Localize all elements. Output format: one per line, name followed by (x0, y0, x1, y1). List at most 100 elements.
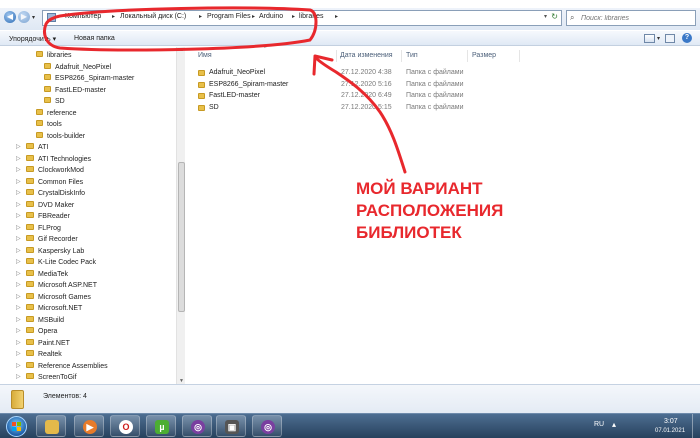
address-history-chevron-icon[interactable]: ▾ (544, 13, 547, 20)
expand-arrow-icon[interactable]: ▷ (16, 292, 21, 303)
column-header-name[interactable]: Имя (198, 52, 212, 59)
breadcrumb-separator-icon[interactable]: ▸ (252, 13, 255, 20)
breadcrumb-separator-icon[interactable]: ▸ (112, 13, 115, 20)
tree-item[interactable]: ESP8266_Spiram-master (44, 73, 134, 84)
taskbar-video-button[interactable]: ▣ (216, 415, 246, 437)
tree-item[interactable]: SD (44, 96, 65, 107)
tray-expand-icon[interactable]: ▴ (612, 420, 616, 429)
tree-item[interactable]: Gif Recorder (26, 234, 78, 245)
new-folder-button[interactable]: Новая папка (74, 35, 115, 42)
tree-item[interactable]: Microsoft.NET (26, 303, 82, 314)
expand-arrow-icon[interactable]: ▷ (16, 211, 21, 222)
tree-item[interactable]: Reference Assemblies (26, 361, 108, 372)
taskbar-tor-button[interactable]: ◎ (182, 415, 212, 437)
taskbar-tor-button-2[interactable]: ◎ (252, 415, 282, 437)
search-input[interactable] (567, 12, 677, 25)
breadcrumb-separator-icon[interactable]: ▸ (58, 13, 61, 20)
tree-item[interactable]: Common Files (26, 177, 83, 188)
expand-arrow-icon[interactable]: ▷ (16, 361, 21, 372)
address-field[interactable]: ▸ Компьютер ▸ Локальный диск (C:) ▸ Prog… (42, 10, 562, 26)
expand-arrow-icon[interactable]: ▷ (16, 188, 21, 199)
tree-item[interactable]: Kaspersky Lab (26, 246, 84, 257)
taskbar-explorer-button[interactable] (36, 415, 66, 437)
expand-arrow-icon[interactable]: ▷ (16, 246, 21, 257)
expand-arrow-icon[interactable]: ▷ (16, 257, 21, 268)
tree-item[interactable]: Opera (26, 326, 57, 337)
breadcrumb-computer[interactable]: Компьютер (65, 13, 101, 20)
column-divider[interactable] (336, 50, 337, 62)
taskbar-utorrent-button[interactable]: µ (146, 415, 176, 437)
clock-time[interactable]: 3:07 (664, 418, 678, 425)
tree-item[interactable]: FLProg (26, 223, 61, 234)
expand-arrow-icon[interactable]: ▷ (16, 338, 21, 349)
expand-arrow-icon[interactable]: ▷ (16, 200, 21, 211)
expand-arrow-icon[interactable]: ▷ (16, 372, 21, 383)
expand-arrow-icon[interactable]: ▷ (16, 154, 21, 165)
expand-arrow-icon[interactable]: ▷ (16, 326, 21, 337)
file-row[interactable]: Adafruit_NeoPixel 27.12.2020 4:38 Папка с … (196, 67, 496, 78)
language-indicator[interactable]: RU (594, 421, 604, 428)
column-divider[interactable] (467, 50, 468, 62)
expand-arrow-icon[interactable]: ▷ (16, 303, 21, 314)
scrollbar-thumb[interactable] (178, 162, 185, 312)
breadcrumb-local-disk[interactable]: Локальный диск (C:) (120, 13, 186, 20)
start-button[interactable] (6, 416, 27, 437)
change-view-icon[interactable] (644, 34, 655, 43)
tree-item[interactable]: ATI (26, 142, 48, 153)
column-divider[interactable] (519, 50, 520, 62)
search-box[interactable]: ⌕ (566, 10, 696, 26)
expand-arrow-icon[interactable]: ▷ (16, 315, 21, 326)
tree-item[interactable]: ScreenToGif (26, 372, 77, 383)
tree-item[interactable]: Microsoft Games (26, 292, 91, 303)
tree-item[interactable]: K-Lite Codec Pack (26, 257, 96, 268)
tree-item[interactable]: Adafruit_NeoPixel (44, 62, 111, 73)
column-header-date[interactable]: Дата изменения (340, 52, 393, 59)
expand-arrow-icon[interactable]: ▷ (16, 177, 21, 188)
expand-arrow-icon[interactable]: ▷ (16, 280, 21, 291)
forward-arrow-icon[interactable]: ▶ (18, 11, 30, 23)
tree-item[interactable]: Paint.NET (26, 338, 70, 349)
tree-item[interactable]: FastLED-master (44, 85, 106, 96)
tree-item[interactable]: ATI Technologies (26, 154, 91, 165)
breadcrumb-separator-icon[interactable]: ▸ (199, 13, 202, 20)
breadcrumb-libraries[interactable]: libraries (299, 13, 324, 20)
help-icon[interactable]: ? (682, 33, 692, 43)
recent-pages-chevron-icon[interactable]: ▾ (32, 14, 35, 21)
show-desktop-button[interactable] (692, 414, 700, 438)
tree-scrollbar[interactable]: ▲ ▼ (176, 47, 185, 384)
preview-pane-icon[interactable] (665, 34, 675, 43)
file-row[interactable]: ESP8266_Spiram-master 27.12.2020 5:16 Папк… (196, 79, 496, 90)
tree-item[interactable]: ClockworkMod (26, 165, 84, 176)
tree-item[interactable]: libraries (36, 50, 72, 61)
back-arrow-icon[interactable]: ◀ (4, 11, 16, 23)
file-row[interactable]: SD 27.12.2020 5:15 Папка с файлами (196, 102, 496, 113)
column-header-size[interactable]: Размер (472, 52, 496, 59)
taskbar-media-player-button[interactable]: ▶ (74, 415, 104, 437)
clock-date[interactable]: 07.01.2021 (655, 428, 685, 434)
column-header-type[interactable]: Тип (406, 52, 418, 59)
expand-arrow-icon[interactable]: ▷ (16, 223, 21, 234)
breadcrumb-separator-icon[interactable]: ▸ (292, 13, 295, 20)
view-options-chevron-icon[interactable]: ▾ (657, 35, 660, 42)
scroll-up-arrow-icon[interactable]: ▲ (179, 47, 184, 53)
expand-arrow-icon[interactable]: ▷ (16, 269, 21, 280)
expand-arrow-icon[interactable]: ▷ (16, 234, 21, 245)
tree-item[interactable]: tools-builder (36, 131, 85, 142)
tree-item[interactable]: Microsoft ASP.NET (26, 280, 97, 291)
expand-arrow-icon[interactable]: ▷ (16, 349, 21, 360)
tree-item[interactable]: reference (36, 108, 77, 119)
tree-item[interactable]: MSBuild (26, 315, 64, 326)
breadcrumb-program-files[interactable]: Program Files (207, 13, 251, 20)
file-row[interactable]: FastLED-master 27.12.2020 6:49 Папка с фай… (196, 90, 496, 101)
expand-arrow-icon[interactable]: ▷ (16, 165, 21, 176)
refresh-icon[interactable]: ↻ (551, 12, 558, 21)
breadcrumb-separator-icon[interactable]: ▸ (335, 13, 338, 20)
expand-arrow-icon[interactable]: ▷ (16, 142, 21, 153)
tree-item[interactable]: MediaTek (26, 269, 68, 280)
tree-item[interactable]: CrystalDiskInfo (26, 188, 85, 199)
column-divider[interactable] (401, 50, 402, 62)
organize-button[interactable]: Упорядочить ▾ (9, 35, 56, 43)
tree-item[interactable]: tools (36, 119, 62, 130)
taskbar-opera-button[interactable]: O (110, 415, 140, 437)
breadcrumb-arduino[interactable]: Arduino (259, 13, 283, 20)
